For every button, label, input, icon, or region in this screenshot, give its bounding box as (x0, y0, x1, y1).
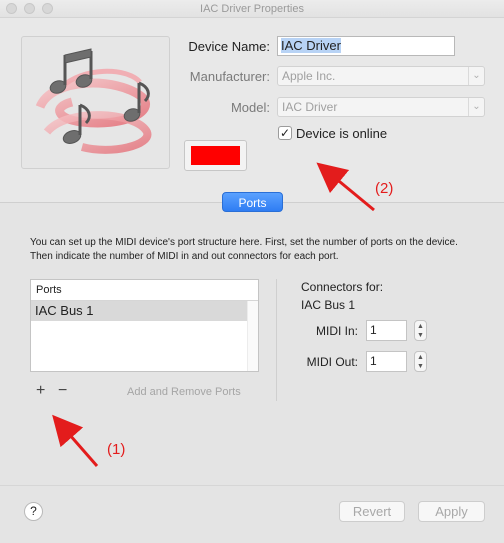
annotation-label-2: (2) (375, 180, 394, 197)
annotation-label-1: (1) (107, 441, 126, 458)
annotation-arrows (52, 162, 375, 467)
annotation-arrow-2 (316, 162, 375, 212)
annotation-arrow-1 (52, 414, 99, 467)
